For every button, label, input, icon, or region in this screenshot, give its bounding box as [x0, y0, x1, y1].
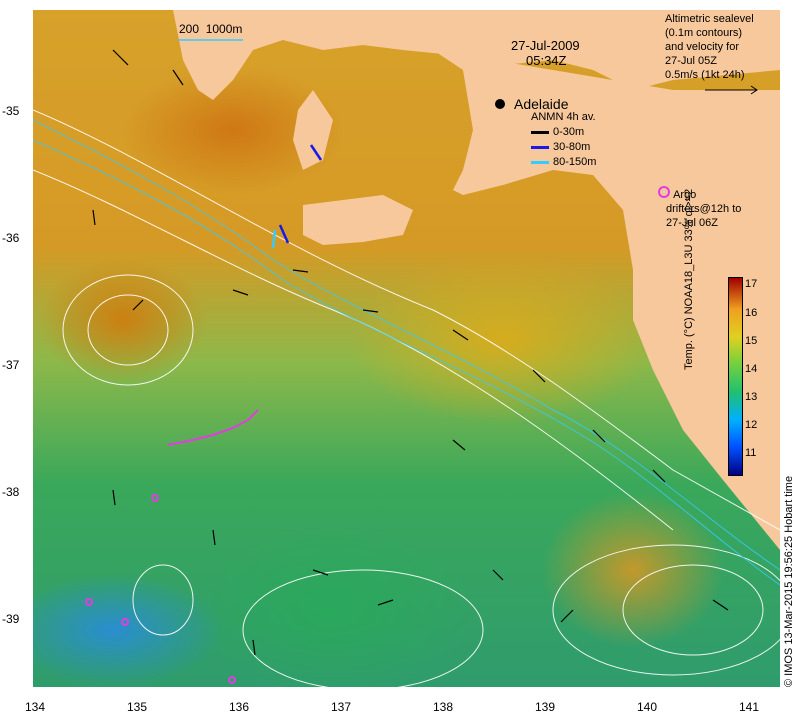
x-tick-label: 136	[229, 700, 250, 714]
legend-anmn: ANMN 4h av. 0-30m 30-80m 80-150m	[531, 110, 596, 170]
x-tick-label: 134	[25, 700, 46, 714]
time-label: 05:34Z	[526, 53, 567, 68]
colorbar-tick: 13	[745, 391, 758, 403]
sealevel-arrow-icon	[705, 85, 758, 95]
y-tick-label: -35	[2, 104, 20, 118]
sealevel-line5: 0.5m/s (1kt 24h)	[665, 69, 745, 81]
anmn-item: 30-80m	[531, 140, 596, 155]
y-tick-label: -36	[2, 231, 20, 245]
anmn-title: ANMN 4h av.	[531, 111, 596, 123]
colorbar-ticks: 11 12 13 14 15 16 17	[745, 277, 765, 474]
x-tick-label: 139	[535, 700, 556, 714]
legend-sealevel: Altimetric sealevel (0.1m contours) and …	[665, 12, 758, 98]
adelaide-marker	[495, 99, 505, 109]
date-label: 27-Jul-2009	[511, 38, 580, 53]
y-tick-label: -38	[2, 485, 20, 499]
anmn-item: 80-150m	[531, 155, 596, 170]
colorbar-tick: 11	[745, 447, 757, 460]
x-tick-label: 141	[739, 700, 760, 714]
x-tick-label: 137	[331, 700, 352, 714]
anmn-item: 0-30m	[531, 125, 596, 140]
argo-drifters	[85, 409, 259, 684]
sealevel-line2: (0.1m contours)	[665, 27, 743, 39]
colorbar-title: Temp. (°C) NOAA18_L3U 33% ql>=2	[683, 188, 695, 370]
colorbar-tick: 17	[745, 278, 758, 291]
sealevel-line4: 27-Jul 05Z	[665, 55, 717, 67]
argo-line2: drifters@12h to	[666, 203, 742, 215]
x-tick-label: 138	[433, 700, 454, 714]
colorbar-tick: 16	[745, 306, 758, 319]
anmn-items: 0-30m 30-80m 80-150m	[531, 125, 596, 170]
scale-label: 200 1000m	[179, 22, 242, 36]
y-tick-label: -39	[2, 612, 20, 626]
sealevel-line3: and velocity for	[665, 41, 739, 53]
anmn-label: 0-30m	[553, 126, 585, 138]
colorbar-tick: 12	[745, 419, 758, 432]
colorbar-tick: 14	[745, 362, 758, 375]
argo-circle-icon	[658, 186, 670, 198]
x-tick-label: 140	[637, 700, 658, 714]
scale-depth: 1000m	[205, 22, 243, 36]
y-tick-label: -37	[2, 358, 20, 372]
map-layers	[33, 10, 780, 687]
anmn-arrow-icon	[531, 130, 549, 134]
map-frame: 200 1000m 27-Jul-2009 05:34Z Adelaide Al…	[33, 10, 780, 687]
colorbar-tick: 15	[745, 334, 758, 347]
legend-argo: Argo drifters@12h to 27-Jul 06Z	[658, 186, 741, 230]
argo-line3: 27-Jul 06Z	[666, 217, 718, 229]
credit-text: © IMOS 13-Mar-2015 19:56:25 Hobart time	[783, 475, 795, 687]
x-tick-label: 135	[127, 700, 148, 714]
sealevel-line1: Altimetric sealevel	[665, 13, 754, 25]
colorbar	[728, 277, 743, 476]
anmn-label: 30-80m	[553, 141, 591, 153]
anmn-arrow-cyan	[271, 229, 277, 249]
anmn-arrow-icon	[531, 145, 549, 149]
kangaroo-island	[303, 195, 413, 245]
anmn-arrow-icon	[531, 160, 549, 164]
yorke-peninsula	[293, 90, 333, 170]
scale-value: 200	[179, 22, 200, 36]
anmn-label: 80-150m	[553, 156, 597, 168]
